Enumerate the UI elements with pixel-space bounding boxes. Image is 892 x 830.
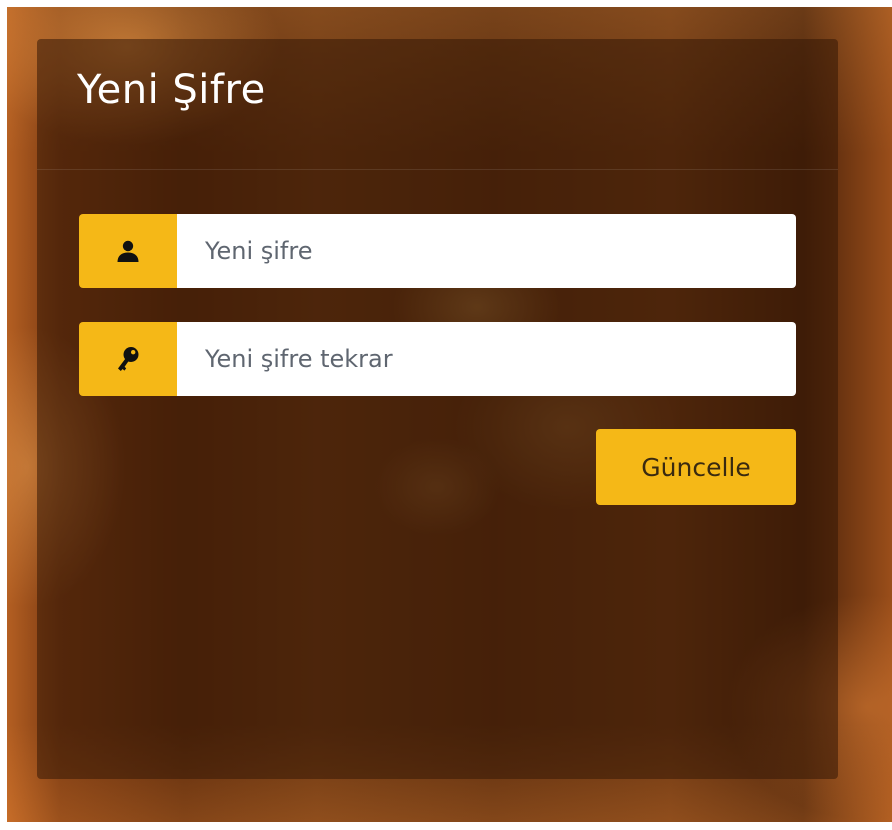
new-password-input[interactable] [177, 214, 796, 288]
update-button[interactable]: Güncelle [596, 429, 796, 505]
page-title: Yeni Şifre [77, 67, 266, 113]
panel-header: Yeni Şifre [37, 39, 838, 170]
confirm-password-addon [79, 322, 177, 396]
new-password-group [79, 214, 796, 288]
password-panel: Yeni Şifre Güncelle [37, 39, 838, 779]
new-password-addon [79, 214, 177, 288]
key-icon [118, 347, 139, 371]
confirm-password-group [79, 322, 796, 396]
background-frame: Yeni Şifre Güncelle [7, 7, 892, 822]
user-icon [117, 240, 139, 262]
confirm-password-input[interactable] [177, 322, 796, 396]
